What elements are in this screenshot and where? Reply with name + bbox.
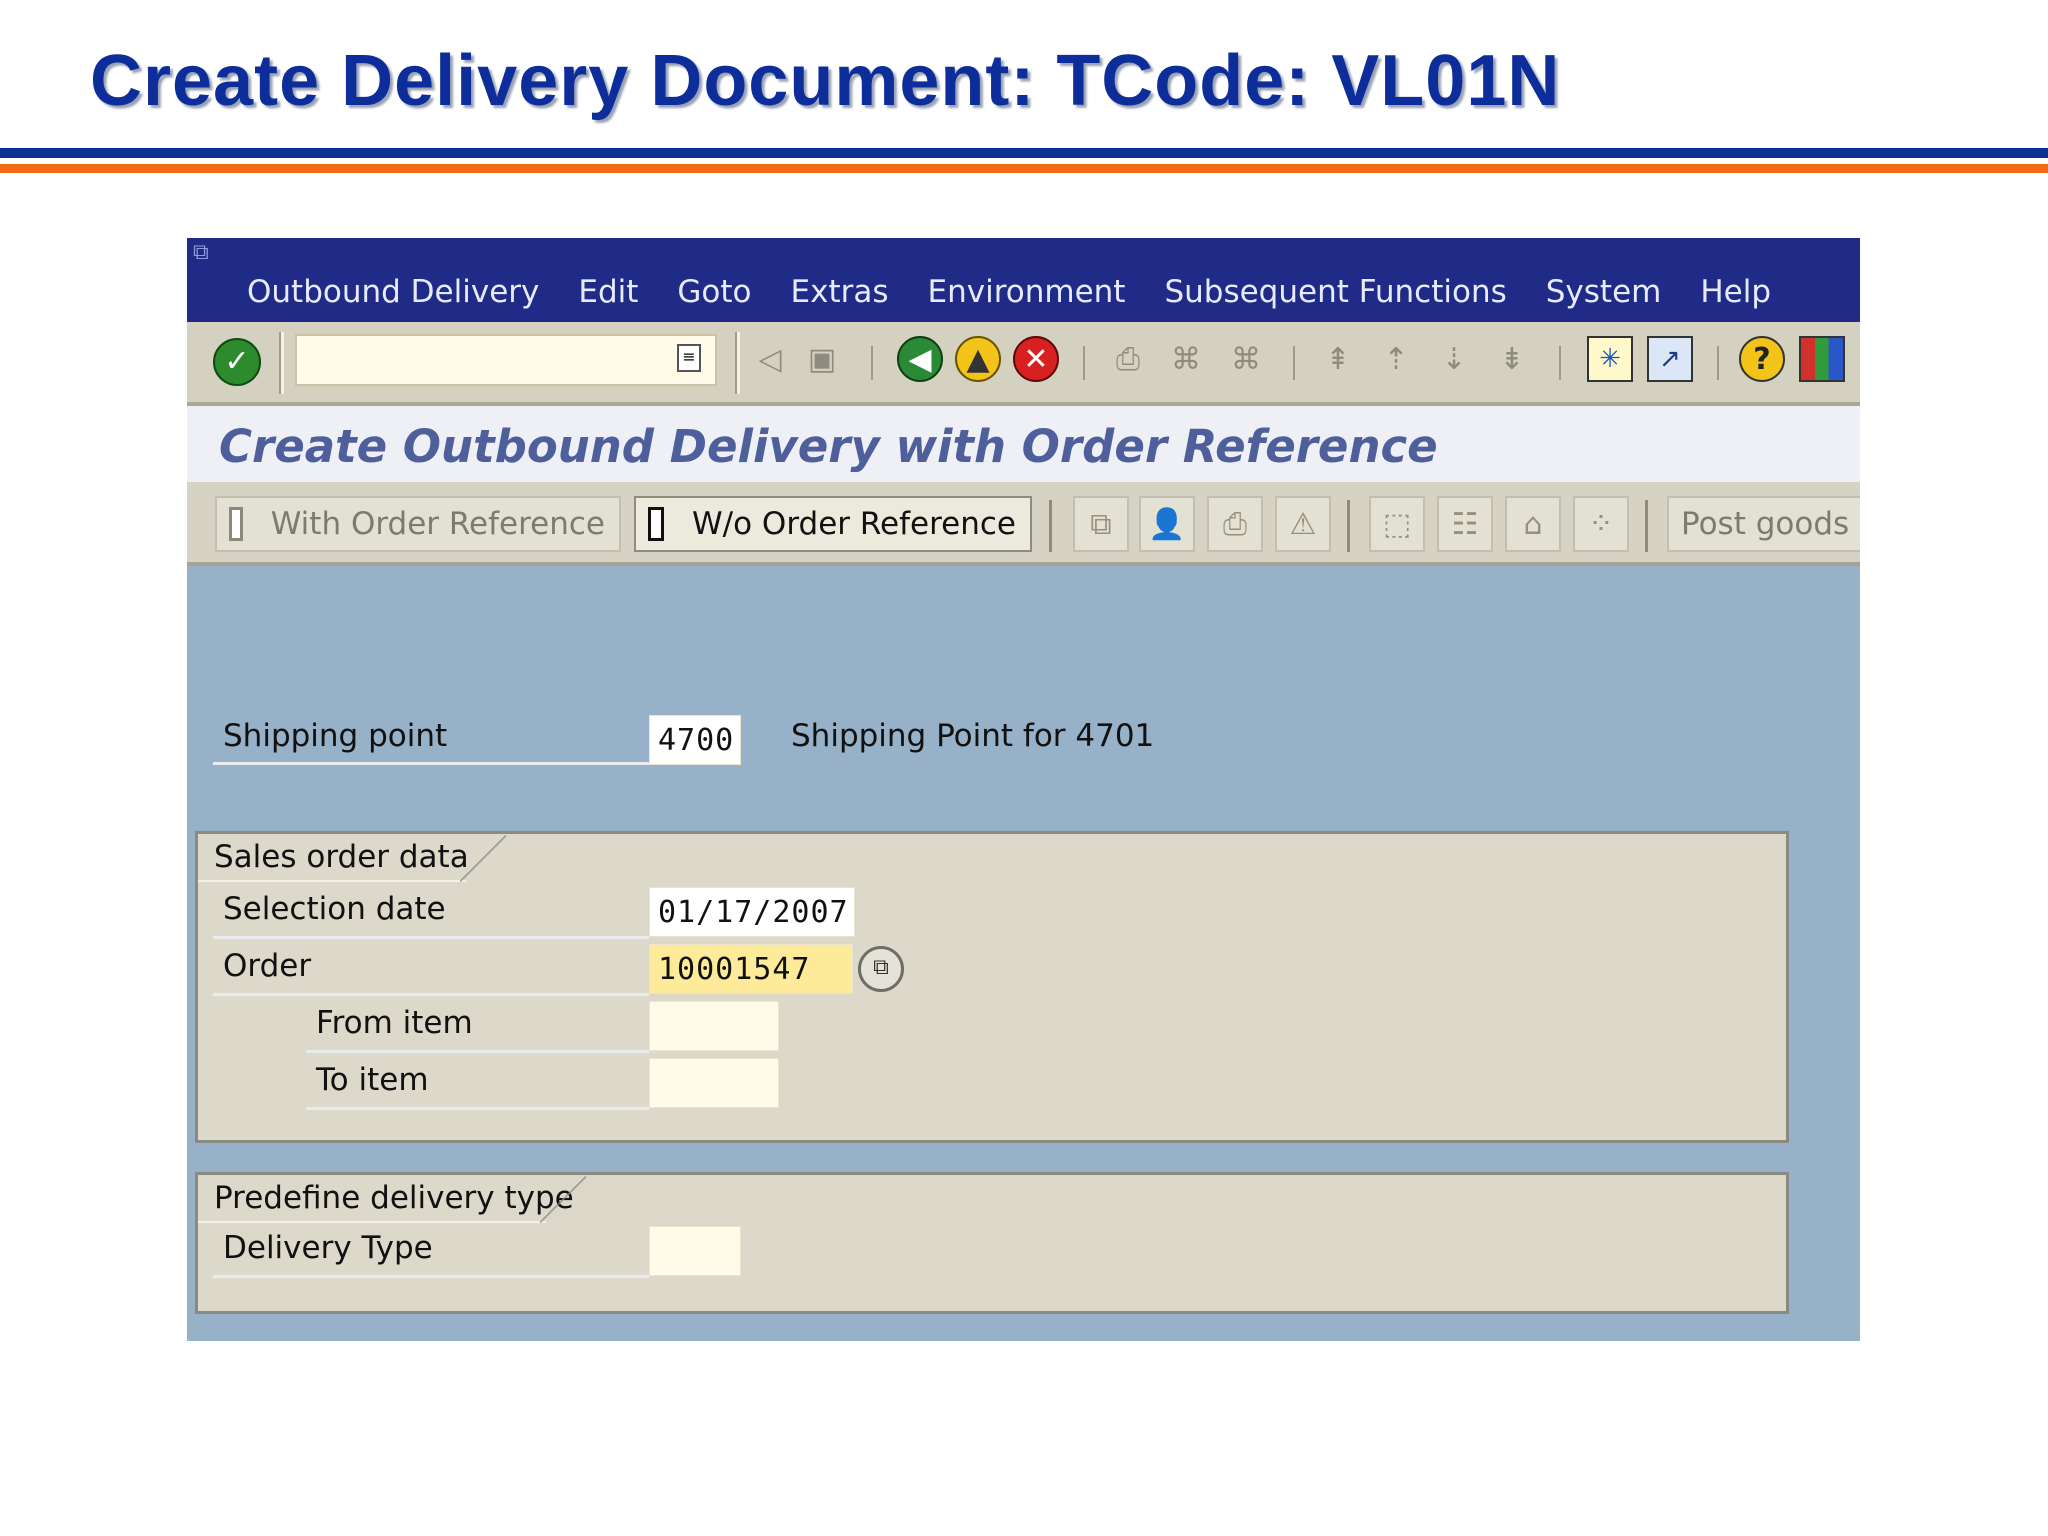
from-item-label: From item	[316, 1005, 473, 1041]
menu-extras[interactable]: Extras	[791, 274, 889, 310]
to-item-field[interactable]	[649, 1058, 779, 1108]
next-page-icon[interactable]: ⇣	[1431, 336, 1477, 382]
first-page-icon[interactable]: ⇞	[1315, 336, 1361, 382]
save-icon[interactable]: ▣	[799, 336, 845, 382]
command-field[interactable]	[295, 334, 717, 386]
sap-window: ⧉ Outbound Delivery Edit Goto Extras Env…	[187, 238, 1860, 1341]
last-page-icon[interactable]: ⇟	[1489, 336, 1535, 382]
title-bar: Create Outbound Delivery with Order Refe…	[187, 406, 1860, 482]
back-arrow-icon[interactable]: ◁	[747, 336, 793, 382]
sales-order-data-group: Sales order data Selection date 01/17/20…	[195, 831, 1789, 1143]
toolbar-separator	[735, 332, 740, 394]
selection-date-label: Selection date	[223, 891, 446, 927]
menu-system[interactable]: System	[1546, 274, 1662, 310]
toolbar-separator	[1717, 346, 1719, 380]
delivery-type-label: Delivery Type	[223, 1230, 433, 1266]
screen-title: Create Outbound Delivery with Order Refe…	[219, 420, 1438, 473]
command-field-dropdown-icon[interactable]: ≡	[677, 344, 701, 372]
menu-bar: ⧉ Outbound Delivery Edit Goto Extras Env…	[187, 238, 1860, 322]
toolbar-separator	[1559, 346, 1561, 380]
shipping-point-field[interactable]: 4700	[649, 715, 741, 765]
previous-page-icon[interactable]: ⇡	[1373, 336, 1419, 382]
toolbar-separator	[1645, 500, 1648, 552]
menu-help[interactable]: Help	[1700, 274, 1771, 310]
layout-menu-icon[interactable]	[1799, 336, 1845, 382]
wo-order-reference-button[interactable]: W/o Order Reference	[634, 496, 1032, 552]
from-item-field[interactable]	[649, 1001, 779, 1051]
post-goods-issue-button[interactable]: Post goods	[1667, 496, 1860, 552]
post-goods-label: Post goods	[1681, 506, 1850, 542]
copy-document-icon[interactable]: ⧉	[1073, 496, 1129, 552]
slide-title: Create Delivery Document: TCode: VL01N	[90, 41, 1561, 121]
header-rule-blue	[0, 148, 2048, 158]
label-underline	[213, 936, 649, 939]
toolbar-separator	[1347, 500, 1350, 552]
enter-icon[interactable]: ✓	[213, 338, 261, 386]
create-shortcut-icon[interactable]: ↗	[1647, 336, 1693, 382]
to-item-label: To item	[316, 1062, 429, 1098]
find-icon[interactable]: ⌘	[1163, 336, 1209, 382]
picking-icon[interactable]: ⬚	[1369, 496, 1425, 552]
batch-icon[interactable]: ⁘	[1573, 496, 1629, 552]
menu-subsequent-functions[interactable]: Subsequent Functions	[1164, 274, 1506, 310]
header-rule-orange	[0, 164, 2048, 173]
toolbar-separator	[1293, 346, 1295, 380]
exit-icon[interactable]: ▲	[955, 336, 1001, 382]
order-search-help-icon[interactable]: ⧉	[858, 946, 904, 992]
menu-outbound-delivery[interactable]: Outbound Delivery	[247, 274, 539, 310]
print-icon[interactable]: ⎙	[1105, 336, 1151, 382]
packing-icon[interactable]: ⌂	[1505, 496, 1561, 552]
delivery-type-field[interactable]	[649, 1226, 741, 1276]
find-next-icon[interactable]: ⌘	[1223, 336, 1269, 382]
toolbar-separator	[279, 332, 284, 394]
toolbar-separator	[1049, 500, 1052, 552]
label-underline	[306, 1107, 649, 1110]
shipping-point-description: Shipping Point for 4701	[791, 718, 1155, 754]
order-label: Order	[223, 948, 312, 984]
sales-order-data-title: Sales order data	[198, 834, 506, 882]
order-field[interactable]: 10001547	[649, 944, 853, 994]
predefine-delivery-type-group: Predefine delivery type Delivery Type	[195, 1172, 1789, 1314]
menu: Outbound Delivery Edit Goto Extras Envir…	[247, 274, 1810, 310]
help-icon[interactable]: ?	[1739, 336, 1785, 382]
label-underline	[306, 1050, 649, 1053]
toolbar-separator	[871, 346, 873, 380]
document-icon	[229, 507, 243, 541]
cancel-icon[interactable]: ✕	[1013, 336, 1059, 382]
menu-environment[interactable]: Environment	[928, 274, 1126, 310]
with-order-reference-label: With Order Reference	[270, 506, 605, 542]
menu-edit[interactable]: Edit	[578, 274, 638, 310]
warning-icon[interactable]: ⚠	[1275, 496, 1331, 552]
label-underline	[213, 1275, 649, 1278]
create-session-icon[interactable]: ✳	[1587, 336, 1633, 382]
with-order-reference-button[interactable]: With Order Reference	[215, 496, 621, 552]
predefine-delivery-type-title: Predefine delivery type	[198, 1175, 586, 1223]
document-icon	[648, 507, 665, 541]
output-icon[interactable]: ⎙	[1207, 496, 1263, 552]
application-toolbar: With Order Reference W/o Order Reference…	[187, 482, 1860, 566]
menu-goto[interactable]: Goto	[677, 274, 751, 310]
back-icon[interactable]: ◀	[897, 336, 943, 382]
label-underline	[213, 762, 649, 765]
document-flow-icon[interactable]: ☷	[1437, 496, 1493, 552]
wo-order-reference-label: W/o Order Reference	[692, 506, 1016, 542]
shipping-point-label: Shipping point	[223, 718, 448, 754]
standard-toolbar: ✓ ≡ ◁ ▣ ◀ ▲ ✕ ⎙ ⌘ ⌘ ⇞ ⇡ ⇣ ⇟ ✳ ↗ ?	[187, 322, 1860, 406]
label-underline	[213, 993, 649, 996]
partner-icon[interactable]: 👤	[1139, 496, 1195, 552]
selection-date-field[interactable]: 01/17/2007	[649, 887, 855, 937]
toolbar-separator	[1083, 346, 1085, 380]
window-menu-icon[interactable]: ⧉	[193, 240, 225, 266]
